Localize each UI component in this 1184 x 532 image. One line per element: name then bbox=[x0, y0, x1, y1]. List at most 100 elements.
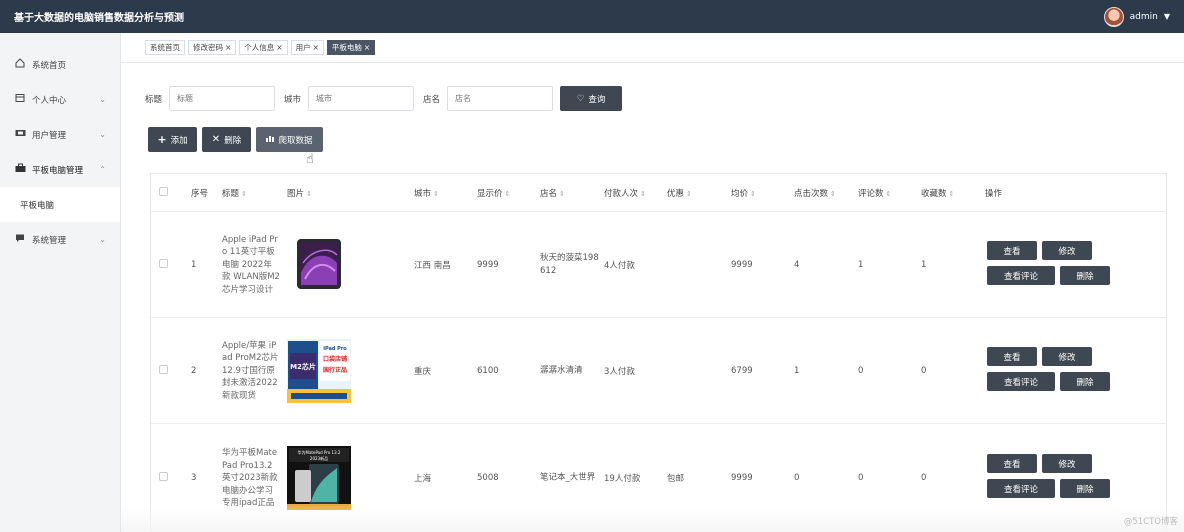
close-icon[interactable]: × bbox=[276, 43, 282, 52]
cell-title: Apple iPad Pro 11英寸平板电脑 2022年款 WLAN版M2芯片… bbox=[222, 234, 280, 295]
header-favorites[interactable]: 收藏数 ⇕ bbox=[921, 187, 954, 199]
select-all-checkbox[interactable] bbox=[159, 186, 168, 196]
tabs-bar: 系统首页 修改密码 × 个人信息 × 用户 × 平板电脑 × bbox=[121, 33, 1184, 63]
sidebar-item-label: 平板电脑 bbox=[20, 200, 55, 211]
view-button[interactable]: 查看 bbox=[987, 454, 1037, 473]
tab-personal-info[interactable]: 个人信息 × bbox=[239, 40, 288, 55]
shop-label: 店名 bbox=[423, 94, 441, 105]
username[interactable]: admin bbox=[1130, 12, 1158, 22]
sort-icon[interactable]: ⇕ bbox=[640, 190, 646, 198]
sidebar-item-label: 平板电脑管理 bbox=[32, 165, 84, 176]
edit-button[interactable]: 修改 bbox=[1042, 347, 1092, 366]
sort-icon[interactable]: ⇕ bbox=[949, 190, 955, 198]
header-clicks[interactable]: 点击次数 ⇕ bbox=[794, 187, 836, 199]
cell-city: 江西 南昌 bbox=[414, 260, 451, 271]
city-input[interactable] bbox=[308, 86, 415, 111]
cell-favorites: 0 bbox=[921, 473, 927, 483]
header-price[interactable]: 显示价 ⇕ bbox=[477, 187, 510, 199]
svg-text:iPad Pro: iPad Pro bbox=[323, 346, 347, 352]
sort-icon[interactable]: ⇕ bbox=[241, 190, 247, 198]
header-image[interactable]: 图片 ⇕ bbox=[287, 187, 312, 199]
tab-change-password[interactable]: 修改密码 × bbox=[188, 40, 237, 55]
header-label: 评论数 bbox=[858, 188, 884, 199]
chat-icon bbox=[14, 233, 26, 246]
header-avg-price[interactable]: 均价 ⇕ bbox=[731, 187, 756, 199]
header-label: 付款人次 bbox=[604, 188, 639, 199]
header-payers[interactable]: 付款人次 ⇕ bbox=[604, 187, 646, 199]
edit-button[interactable]: 修改 bbox=[1042, 454, 1092, 473]
avatar[interactable] bbox=[1103, 6, 1124, 27]
header-title[interactable]: 标题 ⇕ bbox=[222, 187, 247, 199]
sidebar: 系统首页 个人中心 ⌄ 用户管理 ⌄ 平板电脑管理 ⌃ 平板电脑 系统管理 ⌄ bbox=[0, 33, 121, 532]
sidebar-subitem-tablet[interactable]: 平板电脑 bbox=[0, 187, 120, 222]
cell-discount: 包邮 bbox=[667, 474, 685, 484]
cell-shop: 潺潺水清清 bbox=[540, 365, 583, 375]
title-input[interactable] bbox=[169, 86, 276, 111]
svg-text:2023新品: 2023新品 bbox=[310, 455, 328, 461]
sidebar-item-home[interactable]: 系统首页 bbox=[0, 47, 120, 82]
add-button[interactable]: + 添加 bbox=[148, 127, 197, 152]
edit-button[interactable]: 修改 bbox=[1042, 241, 1092, 260]
tab-label: 修改密码 bbox=[193, 43, 223, 52]
sort-icon[interactable]: ⇕ bbox=[686, 190, 692, 198]
view-comments-button[interactable]: 查看评论 bbox=[987, 479, 1055, 498]
cell-price: 6100 bbox=[477, 365, 499, 376]
delete-button[interactable]: ✕ 删除 bbox=[202, 127, 251, 152]
chevron-down-icon[interactable]: ▼ bbox=[1164, 12, 1170, 21]
shop-input[interactable] bbox=[447, 86, 554, 111]
view-button[interactable]: 查看 bbox=[987, 347, 1037, 366]
sidebar-item-system-management[interactable]: 系统管理 ⌄ bbox=[0, 222, 120, 257]
close-icon[interactable]: × bbox=[313, 43, 319, 52]
row-checkbox[interactable] bbox=[159, 364, 168, 374]
cell-comments: 0 bbox=[858, 473, 864, 483]
header-city[interactable]: 城市 ⇕ bbox=[414, 187, 439, 199]
header-label: 图片 bbox=[287, 188, 305, 199]
header-comments[interactable]: 评论数 ⇕ bbox=[858, 187, 891, 199]
crawl-data-button[interactable]: 爬取数据 bbox=[256, 127, 323, 152]
home-icon bbox=[14, 58, 26, 71]
tab-home[interactable]: 系统首页 bbox=[145, 40, 185, 55]
row-checkbox[interactable] bbox=[159, 258, 168, 268]
tab-users[interactable]: 用户 × bbox=[290, 40, 324, 55]
cell-title: 华为平板MatePad Pro13.2英寸2023新款电脑办公学习专用ipad正… bbox=[222, 447, 278, 508]
sidebar-item-personal-center[interactable]: 个人中心 ⌄ bbox=[0, 82, 120, 117]
user-menu[interactable]: admin ▼ bbox=[1103, 6, 1170, 27]
sidebar-item-tablet-management[interactable]: 平板电脑管理 ⌃ bbox=[0, 152, 120, 187]
app-title: 基于大数据的电脑销售数据分析与预测 bbox=[14, 13, 184, 24]
close-icon[interactable]: × bbox=[364, 43, 370, 52]
header-actions: 操作 bbox=[985, 188, 1003, 199]
tab-label: 用户 bbox=[295, 43, 311, 52]
sort-icon[interactable]: ⇕ bbox=[433, 190, 439, 198]
delete-row-button[interactable]: 删除 bbox=[1060, 266, 1110, 285]
sidebar-item-user-management[interactable]: 用户管理 ⌄ bbox=[0, 117, 120, 152]
view-button[interactable]: 查看 bbox=[987, 241, 1037, 260]
view-comments-button[interactable]: 查看评论 bbox=[987, 266, 1055, 285]
view-comments-button[interactable]: 查看评论 bbox=[987, 372, 1055, 391]
cell-avg-price: 6799 bbox=[731, 365, 753, 376]
row-checkbox[interactable] bbox=[159, 472, 168, 481]
header-discount[interactable]: 优惠 ⇕ bbox=[667, 187, 692, 199]
add-label: 添加 bbox=[170, 135, 188, 146]
sort-icon[interactable]: ⇕ bbox=[559, 190, 565, 198]
sort-icon[interactable]: ⇕ bbox=[505, 190, 511, 198]
toolbar: + 添加 ✕ 删除 爬取数据 bbox=[148, 127, 323, 152]
top-bar: 基于大数据的电脑销售数据分析与预测 admin ▼ bbox=[0, 0, 1184, 33]
sort-icon[interactable]: ⇕ bbox=[750, 190, 756, 198]
cell-payers: 4人付款 bbox=[604, 260, 635, 271]
header-label: 标题 bbox=[222, 188, 240, 199]
svg-text:M2芯片: M2芯片 bbox=[290, 362, 316, 371]
sort-icon[interactable]: ⇕ bbox=[830, 190, 836, 198]
search-form: 标题 城市 店名 ♡ 查询 bbox=[145, 86, 623, 111]
cell-comments: 1 bbox=[858, 259, 864, 270]
cell-city: 重庆 bbox=[414, 366, 432, 377]
tab-tablet[interactable]: 平板电脑 × bbox=[326, 40, 376, 55]
delete-row-button[interactable]: 删除 bbox=[1060, 479, 1110, 498]
header-shop[interactable]: 店名 ⇕ bbox=[540, 187, 565, 199]
sort-icon[interactable]: ⇕ bbox=[306, 190, 312, 198]
query-button[interactable]: ♡ 查询 bbox=[560, 86, 623, 111]
sort-icon[interactable]: ⇕ bbox=[886, 190, 892, 198]
person-card-icon bbox=[14, 93, 26, 106]
delete-row-button[interactable]: 删除 bbox=[1060, 372, 1110, 391]
close-icon[interactable]: × bbox=[225, 43, 231, 52]
header-label: 城市 bbox=[414, 188, 432, 199]
